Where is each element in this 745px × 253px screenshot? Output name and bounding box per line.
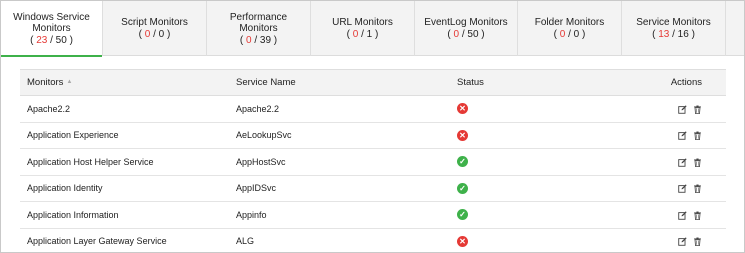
monitor-name-cell[interactable]: Application Host Helper Service	[20, 149, 236, 176]
trash-icon[interactable]	[693, 211, 702, 220]
monitor-tabs: Windows Service Monitors ( 23 / 50 ) Scr…	[1, 1, 744, 57]
edit-icon[interactable]	[678, 184, 687, 194]
edit-icon[interactable]	[678, 237, 687, 247]
table-header-row: Monitors ▲ Service Name Status Actions	[20, 69, 726, 96]
tab-eventlog-monitors[interactable]: EventLog Monitors ( 0 / 50 )	[415, 1, 518, 56]
edit-icon[interactable]	[678, 131, 687, 141]
monitor-name-cell[interactable]: Application Identity	[20, 175, 236, 202]
monitor-name-cell[interactable]: Application Information	[20, 202, 236, 229]
actions-cell	[660, 122, 726, 149]
actions-cell	[660, 202, 726, 229]
check-circle-icon: ✓	[457, 156, 468, 168]
tab-count-total: 39	[259, 34, 272, 46]
status-cell: ✓	[450, 175, 660, 202]
trash-icon[interactable]	[693, 184, 702, 194]
column-header-status[interactable]: Status	[450, 70, 660, 96]
tab-count: ( 0 / 39 )	[239, 34, 278, 46]
tab-script-monitors[interactable]: Script Monitors ( 0 / 0 )	[103, 1, 207, 56]
status-cell: ✕	[450, 228, 660, 252]
tab-count-value: 0	[245, 34, 252, 46]
table-row[interactable]: Application Layer Gateway Service ALG ✕	[20, 228, 726, 252]
status-cell: ✕	[450, 122, 660, 149]
tab-count-total: 0	[158, 29, 165, 40]
table-row[interactable]: Apache2.2 Apache2.2 ✕	[20, 96, 726, 123]
column-header-service-name[interactable]: Service Name	[236, 70, 450, 96]
tab-count-total: 50	[467, 29, 479, 40]
edit-icon[interactable]	[678, 105, 687, 114]
x-circle-icon: ✕	[457, 235, 468, 247]
monitor-name-cell[interactable]: Apache2.2	[20, 96, 236, 123]
trash-icon[interactable]	[693, 158, 702, 167]
column-header-actions: Actions	[670, 77, 702, 88]
table-row[interactable]: Application Information Appinfo ✓	[20, 202, 726, 229]
check-circle-icon: ✓	[457, 182, 468, 194]
status-cell: ✓	[450, 202, 660, 229]
tab-label: Script Monitors	[121, 17, 188, 28]
service-name-cell: Apache2.2	[236, 103, 280, 114]
monitor-name-cell[interactable]: Application Layer Gateway Service	[20, 228, 236, 252]
tab-label: Windows Service Monitors	[13, 11, 90, 34]
trash-icon[interactable]	[693, 131, 702, 141]
tab-count-value: 0	[144, 29, 151, 40]
tab-service-monitors[interactable]: Service Monitors ( 13 / 16 )	[622, 1, 726, 56]
table-row[interactable]: Application Experience AeLookupSvc ✕	[20, 122, 726, 149]
monitors-table-container: Monitors ▲ Service Name Status Actions Ap…	[20, 69, 726, 253]
actions-cell	[660, 149, 726, 176]
tab-count: ( 0 / 1 )	[346, 29, 379, 40]
tab-label: Folder Monitors	[534, 17, 605, 28]
monitors-panel: Windows Service Monitors ( 23 / 50 ) Scr…	[0, 0, 745, 253]
tab-count-value: 0	[453, 29, 460, 40]
table-row[interactable]: Application Identity AppIDSvc ✓	[20, 175, 726, 202]
status-cell: ✕	[450, 96, 660, 123]
tab-count-total: 0	[573, 29, 580, 40]
sort-ascending-icon[interactable]: ▲	[66, 79, 72, 85]
tab-url-monitors[interactable]: URL Monitors ( 0 / 1 )	[311, 1, 415, 56]
service-name-cell: AeLookupSvc	[236, 130, 292, 141]
tab-count-value: 23	[36, 34, 48, 46]
tab-windows-service-monitors[interactable]: Windows Service Monitors ( 23 / 50 )	[1, 1, 103, 57]
actions-cell	[660, 228, 726, 252]
column-header-label: Monitors	[27, 77, 64, 88]
trash-icon[interactable]	[693, 105, 702, 114]
tab-count-value: 13	[658, 29, 670, 40]
tab-count: ( 0 / 0 )	[553, 29, 586, 40]
service-name-cell: AppIDSvc	[236, 183, 277, 194]
service-name-cell: AppHostSvc	[236, 156, 286, 167]
monitors-table: Monitors ▲ Service Name Status Actions Ap…	[20, 69, 726, 253]
table-body: Apache2.2 Apache2.2 ✕ Application Experienc…	[20, 96, 726, 253]
tab-performance-monitors[interactable]: Performance Monitors ( 0 / 39 )	[207, 1, 311, 56]
service-name-cell: Appinfo	[236, 209, 267, 220]
tab-count-total: 50	[55, 34, 67, 46]
tab-label: Service Monitors	[636, 17, 711, 28]
table-row[interactable]: Application Host Helper Service AppHostSv…	[20, 149, 726, 176]
tab-count-total: 16	[677, 29, 689, 40]
edit-icon[interactable]	[678, 211, 687, 220]
x-circle-icon: ✕	[457, 103, 468, 115]
tab-count-value: 0	[352, 29, 359, 40]
actions-cell	[660, 96, 726, 123]
tab-count: ( 0 / 50 )	[447, 29, 485, 40]
trash-icon[interactable]	[693, 237, 702, 247]
edit-icon[interactable]	[678, 158, 687, 167]
check-circle-icon: ✓	[457, 209, 468, 221]
actions-cell	[660, 175, 726, 202]
column-header-monitors[interactable]: Monitors ▲	[20, 70, 236, 96]
status-cell: ✓	[450, 149, 660, 176]
monitor-name-cell[interactable]: Application Experience	[20, 122, 236, 149]
x-circle-icon: ✕	[457, 129, 468, 141]
tab-count: ( 23 / 50 )	[30, 34, 73, 46]
tab-count-total: 1	[366, 29, 373, 40]
tab-folder-monitors[interactable]: Folder Monitors ( 0 / 0 )	[518, 1, 622, 56]
tab-label: Performance Monitors	[229, 11, 288, 34]
tab-count: ( 0 / 0 )	[138, 29, 171, 40]
tab-label: URL Monitors	[332, 17, 393, 28]
service-name-cell: ALG	[236, 236, 255, 247]
tab-count: ( 13 / 16 )	[652, 29, 695, 40]
tab-more[interactable]	[726, 1, 744, 56]
tab-count-value: 0	[559, 29, 566, 40]
tab-label: EventLog Monitors	[424, 17, 508, 28]
